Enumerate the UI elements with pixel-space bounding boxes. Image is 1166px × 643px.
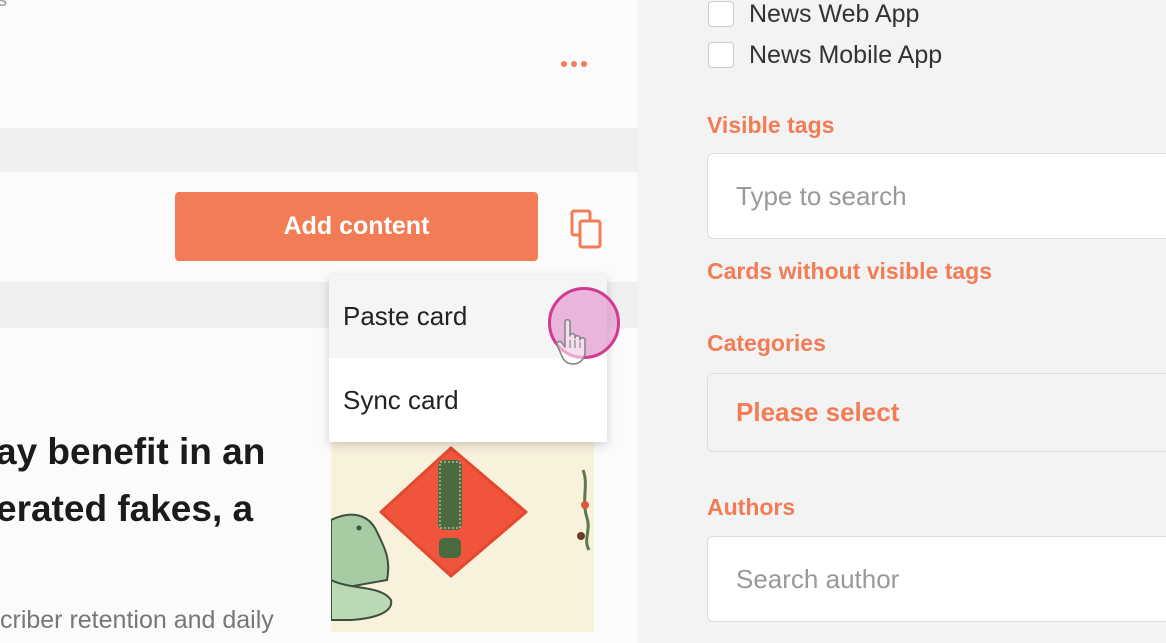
- dot-icon: [571, 61, 577, 67]
- menu-item-label: Paste card: [343, 301, 468, 331]
- sync-card-menu-item[interactable]: Sync card: [329, 359, 607, 442]
- cards-without-visible-tags-link[interactable]: Cards without visible tags: [707, 258, 992, 285]
- article-headline: ay benefit in an erated fakes, a: [0, 423, 316, 537]
- checkbox-label: News Mobile App: [749, 40, 943, 69]
- article-thumbnail: [331, 440, 594, 632]
- add-content-button[interactable]: Add content: [175, 192, 538, 261]
- categories-select[interactable]: Please select: [707, 373, 1166, 452]
- news-web-app-checkbox[interactable]: [708, 1, 734, 27]
- dot-icon: [581, 61, 587, 67]
- author-search-input[interactable]: [707, 536, 1166, 622]
- hand-cursor-icon: [553, 318, 593, 366]
- checkbox-label: News Web App: [749, 0, 920, 28]
- checkbox-row-news-web-app[interactable]: News Web App: [708, 0, 919, 29]
- article-summary: criber retention and daily: [0, 606, 274, 634]
- categories-label: Categories: [707, 330, 826, 356]
- visible-tags-search-input[interactable]: [707, 153, 1166, 239]
- settings-sidebar: News Web App News Mobile App Visible tag…: [638, 0, 1166, 643]
- menu-item-label: Sync card: [343, 385, 459, 415]
- visible-tags-label: Visible tags: [707, 112, 835, 138]
- copy-icon[interactable]: [564, 208, 608, 252]
- headline-line: ay benefit in an: [0, 431, 266, 472]
- add-content-bar: Add content: [0, 172, 638, 282]
- checkbox-row-news-mobile-app[interactable]: News Mobile App: [708, 40, 942, 70]
- more-options-button[interactable]: [556, 52, 592, 76]
- card-header: s: [0, 0, 638, 128]
- content-editor-panel: s Add content ay benefit in an erated fa…: [0, 0, 638, 643]
- news-mobile-app-checkbox[interactable]: [708, 42, 734, 68]
- authors-label: Authors: [707, 494, 796, 520]
- dot-icon: [561, 61, 567, 67]
- truncated-text: s: [0, 0, 7, 10]
- headline-line: erated fakes, a: [0, 488, 254, 529]
- categories-select-value: Please select: [736, 397, 900, 427]
